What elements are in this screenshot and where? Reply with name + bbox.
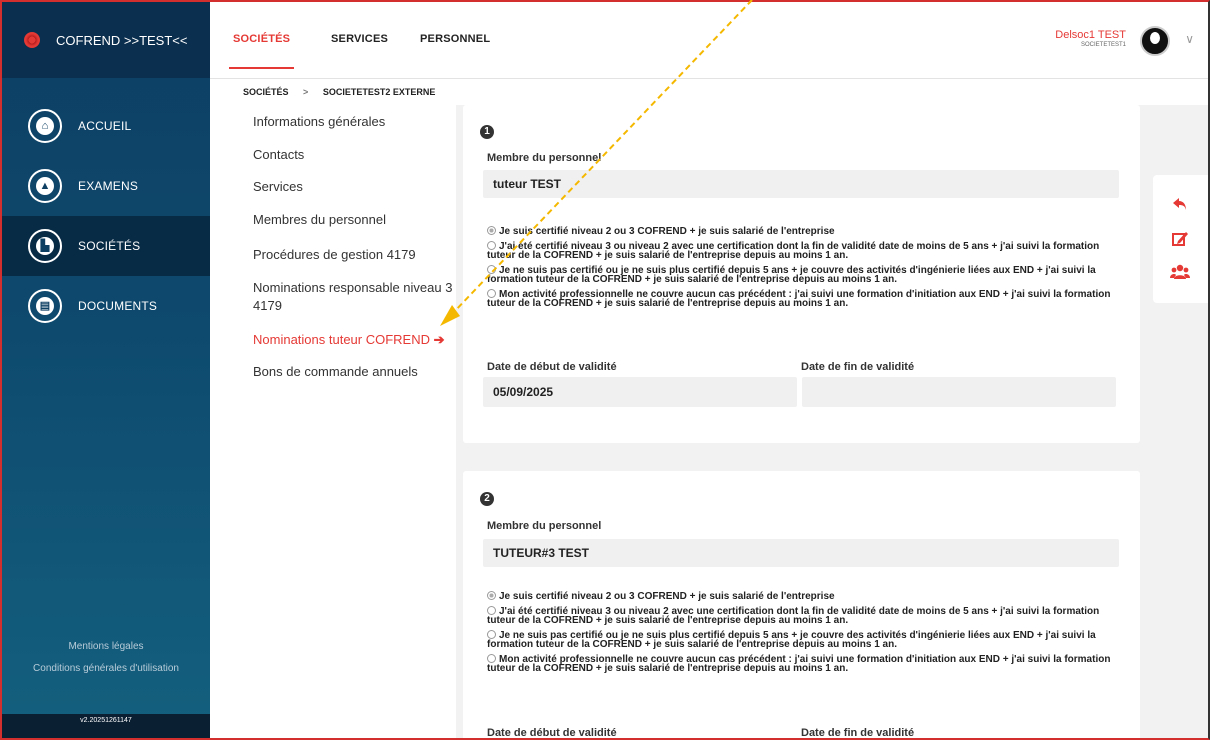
certification-options: Je suis certifié niveau 2 ou 3 COFREND +… — [487, 226, 1127, 313]
option-other[interactable]: Mon activité professionnelle ne couvre a… — [487, 288, 1127, 309]
breadcrumb-separator: > — [303, 87, 309, 97]
member-label: Membre du personnel — [487, 520, 602, 532]
radio-icon[interactable] — [487, 629, 496, 639]
sidebar-item-label: ACCUEIL — [78, 119, 132, 133]
terms-link[interactable]: Conditions générales d'utilisation — [2, 658, 210, 680]
brand[interactable]: COFREND >>TEST<< — [2, 2, 210, 78]
radio-icon[interactable] — [487, 240, 496, 250]
avatar[interactable] — [1140, 26, 1170, 56]
option-not-certified[interactable]: Je ne suis pas certifié ou je ne suis pl… — [487, 264, 1127, 285]
sidebar: COFREND >>TEST<< ⌂ ACCUEIL ▲ EXAMENS ▙ S… — [2, 2, 210, 738]
breadcrumb-societes[interactable]: SOCIÉTÉS — [243, 87, 289, 97]
breadcrumb: SOCIÉTÉS > SOCIETETEST2 EXTERNE — [210, 79, 1208, 105]
submenu-membres-personnel[interactable]: Membres du personnel — [253, 211, 453, 229]
option-not-certified[interactable]: Je ne suis pas certifié ou je ne suis pl… — [487, 629, 1127, 650]
breadcrumb-current: SOCIETETEST2 EXTERNE — [322, 87, 436, 97]
sidebar-nav: ⌂ ACCUEIL ▲ EXAMENS ▙ SOCIÉTÉS ▤ DOCUMEN… — [2, 78, 210, 336]
start-date-field[interactable]: 05/09/2025 — [483, 377, 797, 407]
sidebar-footer: Mentions légales Conditions générales d'… — [2, 636, 210, 680]
end-date-label: Date de fin de validité — [801, 727, 915, 738]
end-date-field[interactable] — [802, 377, 1116, 407]
tab-personnel[interactable]: PERSONNEL — [420, 33, 490, 45]
radio-icon[interactable] — [487, 288, 496, 298]
cofrend-logo-icon — [24, 32, 40, 48]
option-other[interactable]: Mon activité professionnelle ne couvre a… — [487, 653, 1127, 674]
tab-services[interactable]: SERVICES — [331, 33, 388, 45]
sidebar-item-accueil[interactable]: ⌂ ACCUEIL — [2, 96, 210, 156]
app-title: COFREND >>TEST<< — [56, 32, 188, 48]
radio-icon[interactable] — [487, 653, 496, 663]
sidebar-item-societes[interactable]: ▙ SOCIÉTÉS — [2, 216, 210, 276]
user-name[interactable]: Delsoc1 TEST — [1055, 29, 1126, 41]
option-certified[interactable]: Je suis certifié niveau 2 ou 3 COFREND +… — [487, 591, 1127, 602]
undo-arrow-icon[interactable] — [1169, 193, 1191, 215]
card-number: 2 — [480, 492, 494, 506]
sidebar-item-label: EXAMENS — [78, 179, 139, 193]
card-number: 1 — [480, 125, 494, 139]
version-label: v2.20251261147 — [2, 714, 210, 738]
submenu-contacts[interactable]: Contacts — [253, 146, 453, 164]
legal-notice-link[interactable]: Mentions légales — [2, 636, 210, 658]
radio-icon[interactable] — [487, 226, 496, 235]
option-certified[interactable]: Je suis certifié niveau 2 ou 3 COFREND +… — [487, 226, 1127, 237]
graduation-cap-icon: ▲ — [28, 169, 62, 203]
start-date-label: Date de début de validité — [487, 361, 617, 373]
users-icon[interactable] — [1169, 261, 1191, 283]
submenu-informations-generales[interactable]: Informations générales — [253, 113, 453, 131]
sidebar-item-documents[interactable]: ▤ DOCUMENTS — [2, 276, 210, 336]
submenu-procedures-gestion[interactable]: Procédures de gestion 4179 — [253, 246, 453, 264]
submenu-nominations-responsable[interactable]: Nominations responsable niveau 3 4179 — [253, 279, 453, 315]
option-formerly-certified[interactable]: J'ai été certifié niveau 3 ou niveau 2 a… — [487, 605, 1127, 626]
radio-icon[interactable] — [487, 591, 496, 600]
start-date-label: Date de début de validité — [487, 727, 617, 738]
nomination-card-1: 1 Membre du personnel tuteur TEST Je sui… — [463, 105, 1140, 443]
main-content[interactable]: 1 Membre du personnel tuteur TEST Je sui… — [456, 105, 1208, 738]
certification-options: Je suis certifié niveau 2 ou 3 COFREND +… — [487, 591, 1127, 678]
edit-icon[interactable] — [1169, 228, 1191, 250]
sidebar-item-label: DOCUMENTS — [78, 299, 158, 313]
submenu-item-label: Nominations tuteur COFREND — [253, 332, 430, 347]
option-formerly-certified[interactable]: J'ai été certifié niveau 3 ou niveau 2 a… — [487, 240, 1127, 261]
sidebar-item-label: SOCIÉTÉS — [78, 239, 141, 253]
action-toolbar — [1153, 175, 1208, 303]
radio-icon[interactable] — [487, 605, 496, 615]
member-field[interactable]: TUTEUR#3 TEST — [483, 539, 1119, 567]
factory-icon: ▙ — [28, 229, 62, 263]
radio-icon[interactable] — [487, 264, 496, 274]
submenu-bons-commande[interactable]: Bons de commande annuels — [253, 363, 453, 381]
chevron-down-icon[interactable]: ∨ — [1185, 32, 1194, 46]
app-frame: COFREND >>TEST<< ⌂ ACCUEIL ▲ EXAMENS ▙ S… — [0, 0, 1210, 740]
home-icon: ⌂ — [28, 109, 62, 143]
document-icon: ▤ — [28, 289, 62, 323]
submenu-nominations-tuteur[interactable]: Nominations tuteur COFREND ➔ — [253, 331, 453, 349]
submenu-services[interactable]: Services — [253, 178, 453, 196]
arrow-right-icon: ➔ — [433, 332, 445, 347]
end-date-label: Date de fin de validité — [801, 361, 915, 373]
top-bar: SOCIÉTÉS SERVICES PERSONNEL Delsoc1 TEST… — [210, 2, 1208, 79]
nomination-card-2: 2 Membre du personnel TUTEUR#3 TEST Je s… — [463, 471, 1140, 738]
member-field[interactable]: tuteur TEST — [483, 170, 1119, 198]
member-label: Membre du personnel — [487, 152, 602, 164]
user-company: SOCIETETEST1 — [1080, 42, 1126, 48]
tab-societes[interactable]: SOCIÉTÉS — [228, 33, 295, 69]
company-submenu: Informations générales Contacts Services… — [210, 105, 456, 738]
sidebar-item-examens[interactable]: ▲ EXAMENS — [2, 156, 210, 216]
